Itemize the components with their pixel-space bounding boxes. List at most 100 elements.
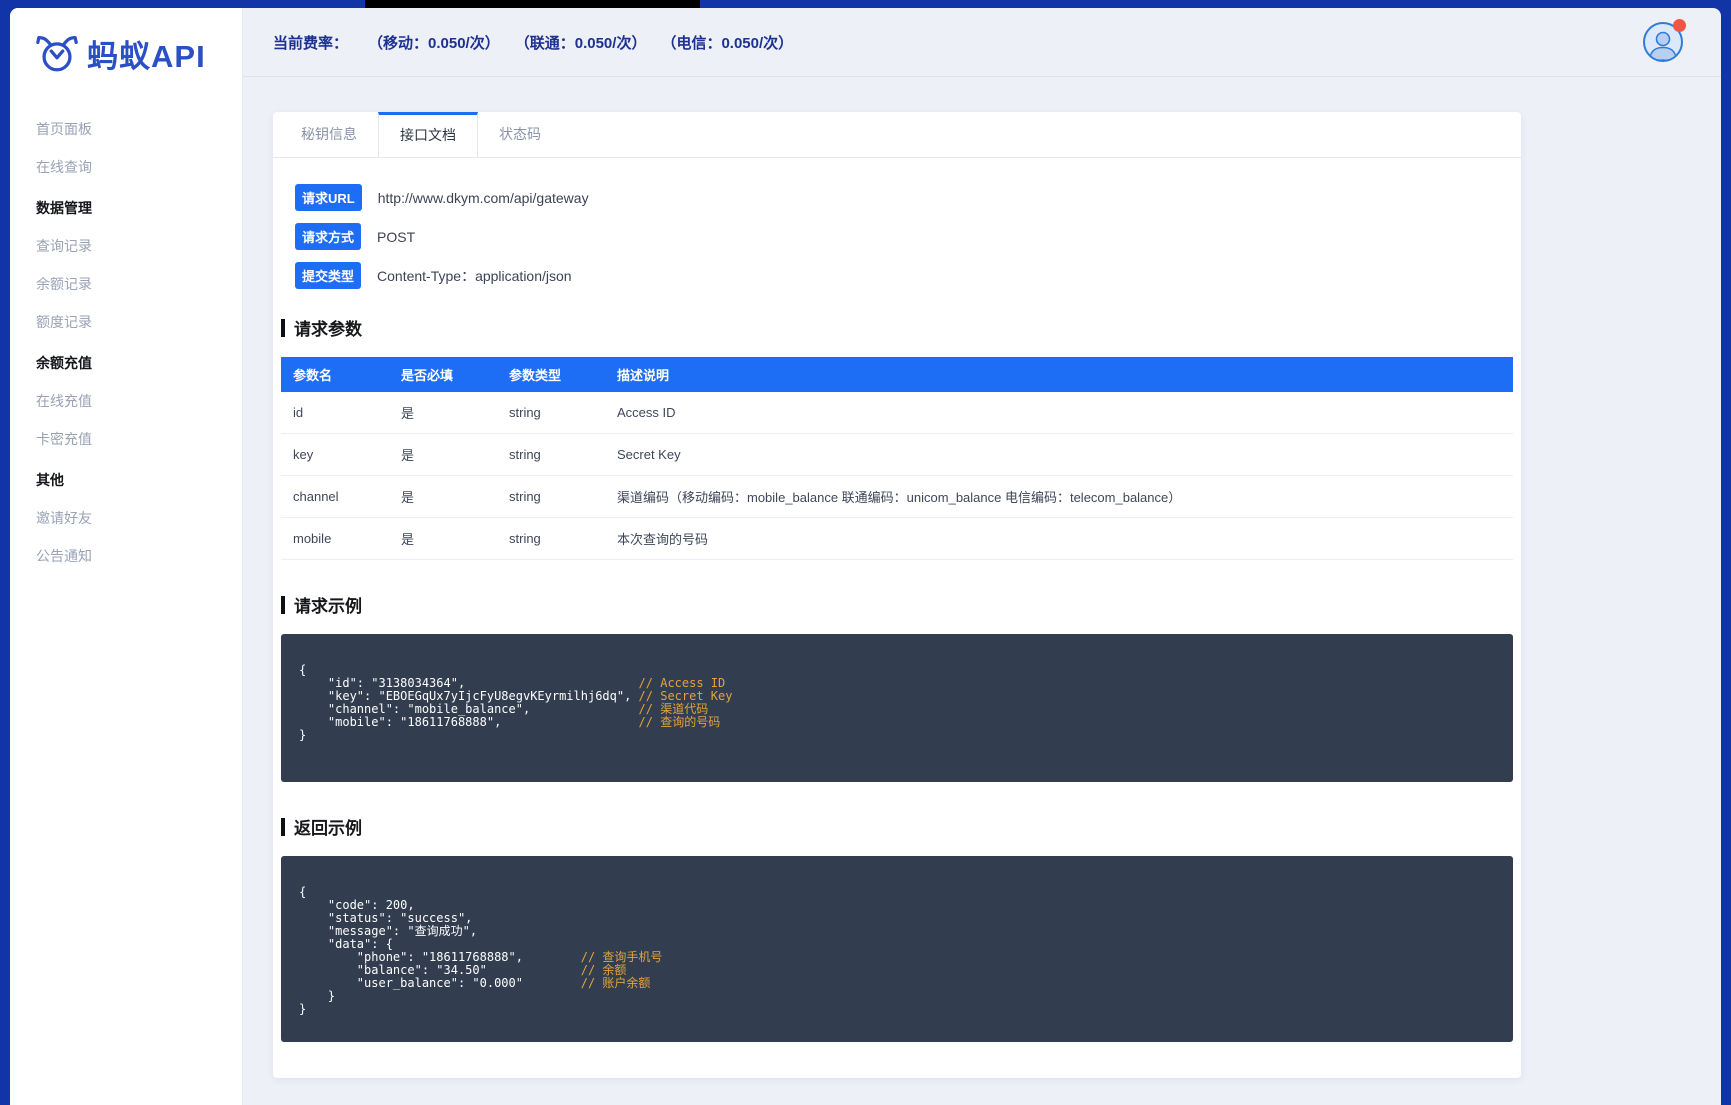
fee-rates: 当前费率： （移动：0.050/次） （联通：0.050/次） （电信：0.050/…	[273, 32, 793, 53]
table-cell: string	[497, 433, 605, 476]
section-title-text: 请求参数	[294, 320, 362, 339]
sidebar-section-label: 数据管理	[36, 200, 92, 216]
table-cell: string	[497, 475, 605, 518]
table-column-header: 是否必填	[389, 357, 497, 392]
table-row: channel 是 string 渠道编码（移动编码：mobile_balance 联…	[281, 475, 1513, 518]
sidebar-item[interactable]: 卡密充值	[10, 420, 242, 458]
params-table-header: 参数名 是否必填 参数类型 描述说明	[281, 357, 1513, 392]
logo-text: 蚂蚁API	[87, 38, 206, 74]
top-black-bar	[365, 0, 700, 8]
sidebar-item[interactable]: 公告通知	[10, 537, 242, 575]
sidebar-item[interactable]: 额度记录	[10, 303, 242, 341]
sidebar: 蚂蚁API 首页面板 在线查询数据管理查询记录 余额记录 额度记录余额充值在线充值 卡密…	[10, 8, 243, 1105]
request-info-value: http://www.dkym.com/api/gateway	[377, 189, 589, 206]
request-info-value: POST	[377, 228, 416, 245]
code-comment: // 账户余额	[580, 976, 651, 990]
code-text: "user_balance": "0.000"	[299, 976, 523, 990]
table-cell: 本次查询的号码	[605, 517, 1513, 560]
table-cell: 是	[389, 475, 497, 518]
tab[interactable]: 接口文档	[378, 112, 478, 157]
notification-dot	[1673, 19, 1686, 32]
tab-bar: 秘钥信息 接口文档 状态码	[273, 112, 1521, 158]
topbar: 当前费率： （移动：0.050/次） （联通：0.050/次） （电信：0.050/…	[243, 8, 1721, 77]
code-line: }	[299, 1003, 1495, 1016]
table-cell: Secret Key	[605, 433, 1513, 476]
table-cell: mobile	[281, 517, 389, 560]
section-bar	[281, 595, 285, 614]
page: 蚂蚁API 首页面板 在线查询数据管理查询记录 余额记录 额度记录余额充值在线充值 卡密…	[10, 8, 1721, 1105]
table-column-header: 参数名	[281, 357, 389, 392]
sidebar-item[interactable]: 首页面板	[10, 110, 242, 148]
code-line: {	[299, 664, 1495, 677]
tab[interactable]: 状态码	[478, 112, 562, 157]
table-row: key 是 string Secret Key	[281, 433, 1513, 476]
code-line: "code": 200,	[299, 899, 1495, 912]
code-line: {	[299, 886, 1495, 899]
table-cell: 渠道编码（移动编码：mobile_balance 联通编码：unicom_bal…	[605, 475, 1513, 518]
table-cell: channel	[281, 475, 389, 518]
request-info-row: 请求方式 POST	[295, 223, 1513, 250]
table-cell: 是	[389, 517, 497, 560]
params-table: 参数名 是否必填 参数类型 描述说明 id 是 string Access ID key 是 st…	[281, 357, 1513, 560]
sidebar-item[interactable]: 余额记录	[10, 265, 242, 303]
section-bar	[281, 318, 285, 337]
request-info: 请求URL http://www.dkym.com/api/gateway 请求方式…	[281, 184, 1513, 289]
request-info-value: Content-Type：application/json	[377, 267, 572, 284]
section-title-params: 请求参数	[281, 315, 1513, 340]
sidebar-section-label: 余额充值	[36, 355, 92, 371]
code-text: "mobile": "18611768888",	[299, 715, 502, 729]
browser-frame: 蚂蚁API 首页面板 在线查询数据管理查询记录 余额记录 额度记录余额充值在线充值 卡密…	[0, 0, 1731, 1105]
table-cell: 是	[389, 433, 497, 476]
section-title-text: 返回示例	[294, 819, 362, 838]
content: 秘钥信息 接口文档 状态码 请求URL http://www.dkym.com/api…	[243, 77, 1721, 1105]
main-area: 当前费率： （移动：0.050/次） （联通：0.050/次） （电信：0.050/…	[243, 8, 1721, 1105]
request-info-row: 提交类型 Content-Type：application/json	[295, 262, 1513, 289]
section-bar	[281, 817, 285, 836]
code-line: "mobile": "18611768888", // 查询的号码	[299, 716, 1495, 729]
sidebar-item[interactable]: 在线充值	[10, 382, 242, 420]
section-title-text: 请求示例	[294, 597, 362, 616]
table-column-header: 描述说明	[605, 357, 1513, 392]
section-title-response-example: 返回示例	[281, 814, 1513, 839]
table-cell: id	[281, 392, 389, 434]
table-cell: string	[497, 392, 605, 434]
table-cell: key	[281, 433, 389, 476]
code-text: }	[299, 728, 307, 742]
code-text: }	[299, 989, 336, 1003]
table-cell: string	[497, 517, 605, 560]
request-info-badge: 请求URL	[295, 184, 362, 211]
sidebar-section-label: 其他	[36, 472, 64, 488]
user-avatar[interactable]	[1643, 19, 1686, 62]
sidebar-item[interactable]: 查询记录	[10, 227, 242, 265]
fee-item: （联通：0.050/次）	[514, 34, 647, 52]
api-doc-card: 秘钥信息 接口文档 状态码 请求URL http://www.dkym.com/api…	[273, 112, 1521, 1078]
code-text: }	[299, 1002, 307, 1016]
fee-item: （电信：0.050/次）	[661, 34, 794, 52]
sidebar-item[interactable]: 邀请好友	[10, 499, 242, 537]
table-cell: 是	[389, 392, 497, 434]
tab[interactable]: 秘钥信息	[280, 112, 378, 157]
section-title-request-example: 请求示例	[281, 592, 1513, 617]
table-cell: Access ID	[605, 392, 1513, 434]
table-row: id 是 string Access ID	[281, 392, 1513, 434]
logo[interactable]: 蚂蚁API	[10, 8, 242, 98]
sidebar-menu: 首页面板 在线查询数据管理查询记录 余额记录 额度记录余额充值在线充值 卡密充值其他邀请…	[10, 98, 242, 575]
code-line: }	[299, 990, 1495, 1003]
tab-panel-api-doc: 请求URL http://www.dkym.com/api/gateway 请求方式…	[273, 158, 1521, 1078]
request-info-row: 请求URL http://www.dkym.com/api/gateway	[295, 184, 1513, 211]
request-example-code: { "id": "3138034364",// Access ID "key":…	[281, 634, 1513, 782]
fee-item: （移动：0.050/次）	[368, 34, 500, 52]
code-line: }	[299, 729, 1495, 742]
code-line: "user_balance": "0.000" // 账户余额	[299, 977, 1495, 990]
response-example-code: { "code": 200, "status": "success", "mes…	[281, 856, 1513, 1042]
ant-logo-icon	[36, 36, 78, 72]
table-column-header: 参数类型	[497, 357, 605, 392]
request-info-badge: 请求方式	[295, 223, 362, 250]
table-row: mobile 是 string 本次查询的号码	[281, 517, 1513, 560]
code-line: "status": "success",	[299, 912, 1495, 925]
fee-label: 当前费率：	[273, 34, 349, 52]
code-line: "message": "查询成功",	[299, 925, 1495, 938]
code-comment: // 查询的号码	[638, 715, 721, 729]
request-info-badge: 提交类型	[295, 262, 362, 289]
sidebar-item[interactable]: 在线查询	[10, 148, 242, 186]
